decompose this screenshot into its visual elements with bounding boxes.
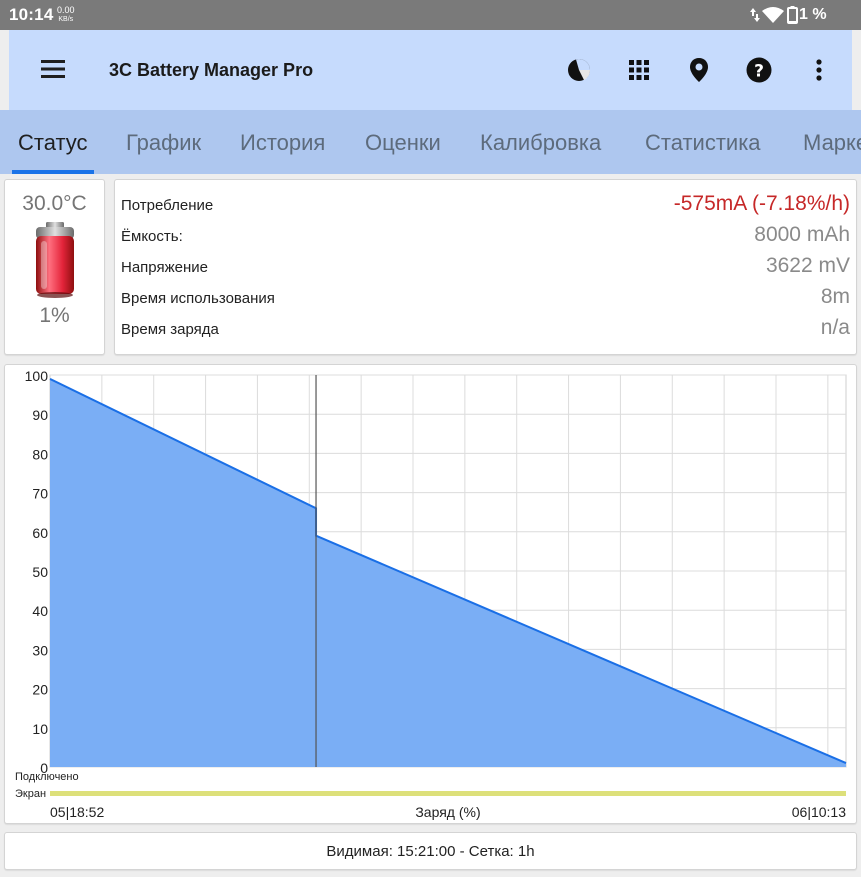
voltage-value: 3622 mV xyxy=(765,254,850,277)
battery-chart-card[interactable]: 0 10 20 30 40 50 60 70 80 90 100 Подключено Экран 05|… xyxy=(4,364,857,824)
help-button[interactable]: ? xyxy=(745,56,773,84)
capacity-label: Ёмкость: xyxy=(121,228,183,245)
tab-graph[interactable]: График xyxy=(126,130,201,156)
info-row-voltage: Напряжение 3622 mV xyxy=(121,249,850,280)
status-bar: 10:14 0.00 KB/s 1 % xyxy=(0,0,861,30)
battery-summary-card: 30.0°C 1% xyxy=(4,179,105,355)
x-axis-title: Заряд (%) xyxy=(415,804,480,820)
y-tick-label: 100 xyxy=(25,368,49,384)
usage-time-label: Время использования xyxy=(121,290,275,307)
info-row-capacity: Ёмкость: 8000 mAh xyxy=(121,218,850,249)
pie-chart-icon xyxy=(568,59,591,81)
tab-markers[interactable]: Марке xyxy=(803,130,861,156)
battery-chart[interactable]: 0102030405060708090100ПодключеноЭкран05|… xyxy=(5,365,858,825)
visible-range-text: Видимая: 15:21:00 - Сетка: 1h xyxy=(326,843,535,860)
tab-bar: Статус График История Оценки Калибровка … xyxy=(0,110,861,174)
status-icons xyxy=(750,6,798,24)
tab-status[interactable]: Статус xyxy=(18,130,88,156)
grid-apps-icon xyxy=(629,60,649,80)
voltage-label: Напряжение xyxy=(121,259,208,276)
more-options-button[interactable] xyxy=(805,56,833,84)
status-battery-percent: 1 % xyxy=(799,6,827,23)
data-arrows-icon xyxy=(750,8,760,22)
battery-icon xyxy=(787,6,798,24)
consumption-label: Потребление xyxy=(121,197,214,214)
network-speed-value: 0.00 xyxy=(57,5,75,15)
y-tick-label: 80 xyxy=(32,446,48,462)
more-vert-icon xyxy=(816,59,822,81)
location-pin-icon xyxy=(690,58,708,82)
x-start-label: 05|18:52 xyxy=(50,804,104,820)
active-tab-indicator xyxy=(12,170,94,174)
status-time: 10:14 xyxy=(9,5,54,24)
network-speed-unit: KB/s xyxy=(58,16,74,23)
location-button[interactable] xyxy=(685,56,713,84)
consumption-value: -575mA (-7.18%/h) xyxy=(673,192,850,215)
tab-ratings[interactable]: Оценки xyxy=(365,130,441,156)
tab-calibration[interactable]: Калибровка xyxy=(480,130,601,156)
wifi-icon xyxy=(762,7,784,23)
battery-level-percent: 1% xyxy=(39,304,70,327)
charge-time-label: Время заряда xyxy=(121,321,219,338)
capacity-value: 8000 mAh xyxy=(754,223,850,246)
y-tick-label: 90 xyxy=(32,407,48,423)
app-bar: 3C Battery Manager Pro ? xyxy=(9,30,852,110)
tab-statistics[interactable]: Статистика xyxy=(645,130,761,156)
svg-text:?: ? xyxy=(754,62,764,82)
help-icon: ? xyxy=(746,57,772,83)
info-row-charge-time: Время заряда n/a xyxy=(121,311,850,342)
y-tick-label: 10 xyxy=(32,721,48,737)
battery-level-icon xyxy=(36,222,74,298)
battery-info-card: Потребление -575mA (-7.18%/h) Ёмкость: 8… xyxy=(114,179,857,355)
pie-chart-button[interactable] xyxy=(565,56,593,84)
charge-time-value: n/a xyxy=(820,316,850,339)
screen-on-bar xyxy=(50,791,846,796)
y-tick-label: 70 xyxy=(32,486,48,502)
y-tick-label: 60 xyxy=(32,525,48,541)
app-title: 3C Battery Manager Pro xyxy=(109,60,314,80)
y-tick-label: 20 xyxy=(32,682,48,698)
grid-apps-button[interactable] xyxy=(625,56,653,84)
network-speed: 0.00 KB/s xyxy=(57,5,75,25)
menu-icon xyxy=(41,60,65,78)
info-row-consumption: Потребление -575mA (-7.18%/h) xyxy=(121,187,850,218)
x-end-label: 06|10:13 xyxy=(792,804,846,820)
y-tick-label: 30 xyxy=(32,642,48,658)
battery-temperature: 30.0°C xyxy=(22,192,87,215)
y-tick-label: 50 xyxy=(32,564,48,580)
menu-button[interactable] xyxy=(39,57,67,81)
track-label: Подключено xyxy=(15,771,79,783)
tab-history[interactable]: История xyxy=(240,130,325,156)
chart-info-bar[interactable]: Видимая: 15:21:00 - Сетка: 1h xyxy=(4,832,857,870)
y-tick-label: 40 xyxy=(32,603,48,619)
track-label: Экран xyxy=(15,788,46,800)
usage-time-value: 8m xyxy=(820,285,850,308)
info-row-usage-time: Время использования 8m xyxy=(121,280,850,311)
